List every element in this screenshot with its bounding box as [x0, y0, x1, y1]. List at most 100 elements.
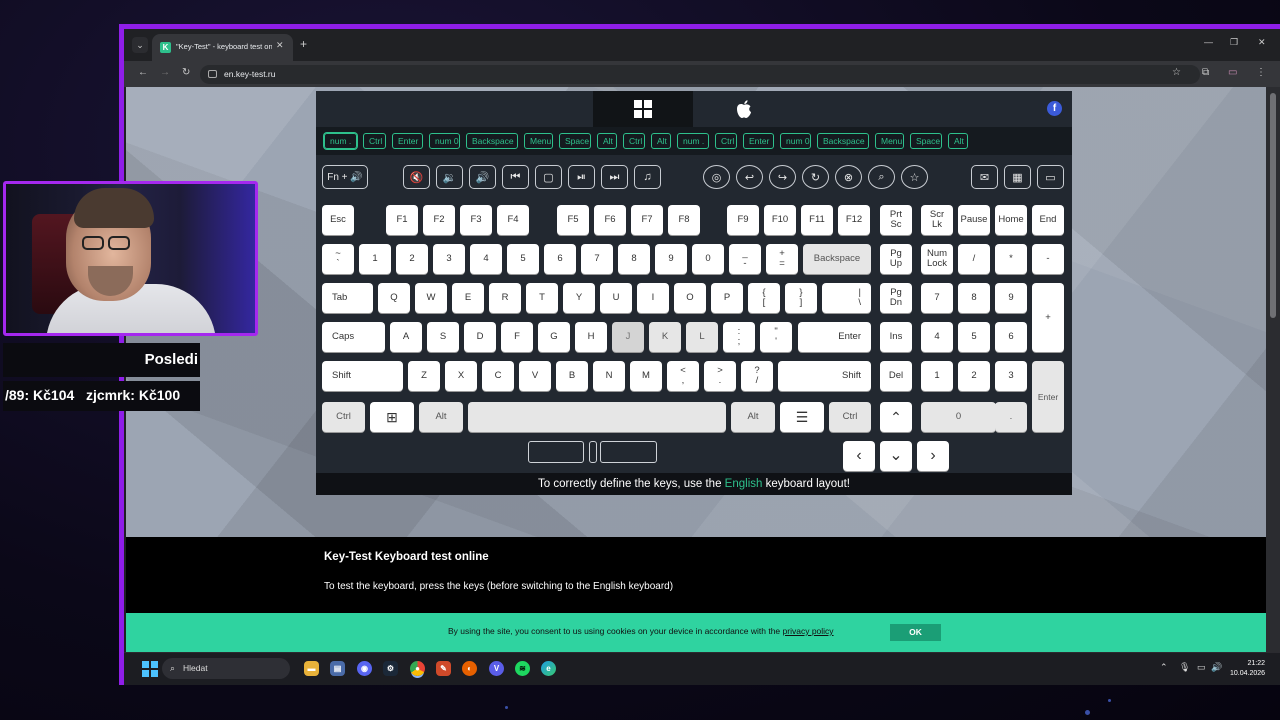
key-f9[interactable]: F9 [727, 205, 759, 235]
key-end[interactable]: End [1032, 205, 1064, 235]
key-f[interactable]: F [501, 322, 533, 352]
key-7[interactable]: 7 [921, 283, 953, 313]
search-icon[interactable]: ⌕ [868, 165, 895, 189]
key-pause[interactable]: Pause [958, 205, 990, 235]
key-5[interactable]: 5 [507, 244, 539, 274]
restore-icon[interactable]: ❐ [1230, 37, 1238, 48]
key-ctrl[interactable]: Ctrl [322, 402, 365, 432]
favorites-icon[interactable]: ☆ [901, 165, 928, 189]
key-sym-sym[interactable]: ~ ` [322, 244, 354, 274]
back-icon[interactable]: ← [138, 67, 148, 78]
key-a[interactable]: A [390, 322, 422, 352]
scrollbar-thumb[interactable] [1270, 93, 1276, 318]
key-shift[interactable]: Shift [322, 361, 403, 391]
key-v[interactable]: V [519, 361, 551, 391]
key-num-plus[interactable]: + [1032, 283, 1064, 352]
key-f4[interactable]: F4 [497, 205, 529, 235]
key-4[interactable]: 4 [470, 244, 502, 274]
speaker-icon[interactable]: 🔊 [1211, 662, 1222, 673]
key-arrow-right[interactable]: › [917, 441, 949, 471]
key-t[interactable]: T [526, 283, 558, 313]
menu-icon[interactable]: ⋮ [1256, 67, 1266, 78]
key-x[interactable]: X [445, 361, 477, 391]
key-del[interactable]: Del [880, 361, 912, 391]
taskbar-search[interactable]: ⌕ Hledat [162, 658, 290, 679]
key-m[interactable]: M [630, 361, 662, 391]
key-2[interactable]: 2 [396, 244, 428, 274]
stop-icon[interactable]: ▢ [535, 165, 562, 189]
key-ctrl[interactable]: Ctrl [829, 402, 871, 432]
facebook-icon[interactable]: f [1047, 101, 1062, 116]
key-sym-sym[interactable]: > . [704, 361, 736, 391]
profile-icon[interactable]: ▭ [1228, 67, 1237, 78]
browser-tab[interactable]: K "Key-Test" - keyboard test online ✕ [152, 34, 293, 61]
close-window-icon[interactable]: ✕ [1258, 37, 1266, 48]
key-sym-sym[interactable]: + = [766, 244, 798, 274]
site-info-icon[interactable] [208, 70, 217, 78]
key-5[interactable]: 5 [958, 322, 990, 352]
key-sym-sym[interactable]: " ' [760, 322, 792, 352]
forward-icon[interactable]: → [160, 67, 170, 78]
music-icon[interactable]: ♫ [634, 165, 661, 189]
key-sym-sym[interactable]: } ] [785, 283, 817, 313]
file-explorer-icon[interactable]: ▬ [304, 661, 319, 676]
spotify-icon[interactable]: ≋ [515, 661, 530, 676]
key-menu[interactable]: ☰ [780, 402, 824, 432]
key-0[interactable]: 0 [921, 402, 996, 432]
key-num-lock[interactable]: Num Lock [921, 244, 953, 274]
key-f11[interactable]: F11 [801, 205, 833, 235]
key-alt[interactable]: Alt [419, 402, 463, 432]
key-sym-sym[interactable]: : ; [723, 322, 755, 352]
key-g[interactable]: G [538, 322, 570, 352]
key-l[interactable]: L [686, 322, 718, 352]
key-f7[interactable]: F7 [631, 205, 663, 235]
key-sym-sym[interactable]: < , [667, 361, 699, 391]
key-8[interactable]: 8 [958, 283, 990, 313]
browser-icon[interactable]: ◎ [703, 165, 730, 189]
key-f12[interactable]: F12 [838, 205, 870, 235]
discord-icon[interactable]: ◉ [357, 661, 372, 676]
tab-search-icon[interactable]: ⌄ [132, 37, 148, 53]
back-icon[interactable]: ↩ [736, 165, 763, 189]
reload-icon[interactable]: ↻ [182, 67, 190, 78]
volume-up-icon[interactable]: 🔊 [469, 165, 496, 189]
key-7[interactable]: 7 [581, 244, 613, 274]
key-f3[interactable]: F3 [460, 205, 492, 235]
key-sym[interactable]: * [995, 244, 1027, 274]
key-sym-sym[interactable]: { [ [748, 283, 780, 313]
key-sym-sym[interactable]: ? / [741, 361, 773, 391]
extensions-icon[interactable]: ⧉ [1202, 67, 1209, 78]
close-tab-icon[interactable]: ✕ [276, 40, 284, 51]
key-3[interactable]: 3 [433, 244, 465, 274]
edge-icon[interactable]: e [541, 661, 556, 676]
privacy-policy-link[interactable]: privacy policy [783, 626, 834, 636]
key-pg-up[interactable]: Pg Up [880, 244, 912, 274]
key-1[interactable]: 1 [359, 244, 391, 274]
key-enter[interactable]: Enter [798, 322, 871, 352]
key-c[interactable]: C [482, 361, 514, 391]
key-n[interactable]: N [593, 361, 625, 391]
key-z[interactable]: Z [408, 361, 440, 391]
key-arrow-down[interactable]: ⌄ [880, 441, 912, 471]
key-num-enter[interactable]: Enter [1032, 361, 1064, 432]
windows-tab[interactable] [593, 91, 693, 127]
key-j[interactable]: J [612, 322, 644, 352]
key-8[interactable]: 8 [618, 244, 650, 274]
key-ins[interactable]: Ins [880, 322, 912, 352]
key-sym--[interactable]: _ - [729, 244, 761, 274]
clock[interactable]: 21:22 10.04.2026 [1230, 659, 1265, 679]
cookie-ok-button[interactable]: OK [890, 624, 941, 641]
volume-down-icon[interactable]: 🔉 [436, 165, 463, 189]
key-arrow-up[interactable]: ⌃ [880, 402, 912, 432]
key-i[interactable]: I [637, 283, 669, 313]
key-s[interactable]: S [427, 322, 459, 352]
key-2[interactable]: 2 [958, 361, 990, 391]
key-sym-sym[interactable]: | \ [822, 283, 871, 313]
paint-icon[interactable]: ✎ [436, 661, 451, 676]
key-pg-dn[interactable]: Pg Dn [880, 283, 912, 313]
forward-icon[interactable]: ↪ [769, 165, 796, 189]
key--[interactable]: - [1032, 244, 1064, 274]
page-scrollbar[interactable] [1266, 87, 1280, 652]
stop-page-icon[interactable]: ⊗ [835, 165, 862, 189]
tray-overflow-icon[interactable]: ⌃ [1160, 662, 1168, 673]
